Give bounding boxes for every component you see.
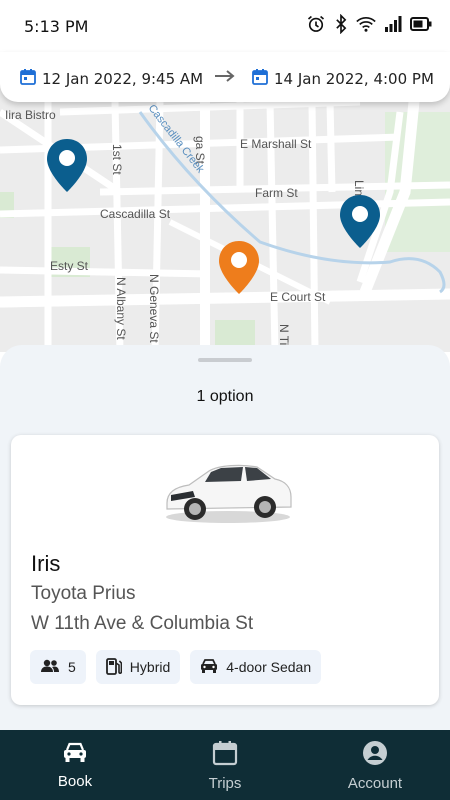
calendar-icon: [212, 740, 238, 771]
start-date-picker[interactable]: 12 Jan 2022, 9:45 AM: [20, 68, 203, 89]
map-label: E Marshall St: [240, 137, 312, 151]
battery-icon: [410, 17, 432, 31]
car-icon: [62, 740, 88, 769]
signal-icon: [384, 15, 402, 33]
nav-trips[interactable]: Trips: [150, 730, 300, 800]
map-label: E Court St: [270, 290, 326, 304]
arrow-right-icon: [214, 69, 236, 88]
seats-chip: 5: [30, 650, 86, 684]
account-circle-icon: [362, 740, 388, 771]
bottom-nav: Book Trips Account: [0, 730, 450, 800]
people-icon: [40, 659, 60, 676]
car-image: [161, 457, 295, 527]
options-count: 1 option: [196, 388, 254, 405]
start-date-label: 12 Jan 2022, 9:45 AM: [42, 69, 204, 88]
end-date-picker[interactable]: 14 Jan 2022, 4:00 PM: [252, 68, 434, 89]
calendar-icon: [20, 68, 36, 89]
date-range-bar: 12 Jan 2022, 9:45 AM 14 Jan 2022, 4:00 P…: [0, 52, 450, 102]
bluetooth-icon: [334, 14, 348, 34]
map-label: N Albany St: [114, 277, 128, 340]
drag-handle[interactable]: [198, 358, 252, 362]
calendar-icon: [252, 68, 268, 89]
map-label: Esty St: [50, 259, 89, 273]
seats-count: 5: [68, 659, 76, 675]
body-chip: 4-door Sedan: [190, 650, 322, 684]
vehicle-model: Toyota Prius: [31, 583, 136, 604]
map-label: Farm St: [255, 186, 298, 200]
results-sheet[interactable]: 1 option Iris Toyota Prius W 11th Ave & …: [0, 345, 450, 730]
vehicle-card[interactable]: Iris Toyota Prius W 11th Ave & Columbia …: [11, 435, 439, 705]
nav-account-label: Account: [347, 775, 403, 792]
car-icon: [200, 658, 218, 677]
status-icons: [306, 14, 432, 34]
fuel-pump-icon: [105, 657, 122, 678]
body-type: 4-door Sedan: [226, 659, 312, 675]
end-date-label: 14 Jan 2022, 4:00 PM: [274, 69, 434, 88]
vehicle-features: 5 Hybrid 4-door Sedan: [30, 650, 322, 684]
nav-book-label: Book: [57, 773, 93, 790]
fuel-chip: Hybrid: [95, 650, 181, 684]
wifi-icon: [356, 15, 376, 33]
map-label: Iira Bistro: [5, 108, 56, 122]
nav-trips-label: Trips: [208, 775, 242, 792]
nav-account[interactable]: Account: [300, 730, 450, 800]
status-time: 5:13 PM: [24, 17, 89, 36]
nav-book[interactable]: Book: [0, 730, 150, 800]
vehicle-name: Iris: [31, 551, 61, 576]
map-label: N Geneva St: [147, 274, 161, 343]
alarm-icon: [306, 14, 326, 34]
vehicle-location: W 11th Ave & Columbia St: [31, 613, 254, 634]
map-label: 1st St: [110, 144, 124, 175]
status-bar: 5:13 PM: [0, 0, 450, 52]
fuel-type: Hybrid: [129, 659, 171, 675]
map-label: Cascadilla St: [100, 207, 171, 221]
